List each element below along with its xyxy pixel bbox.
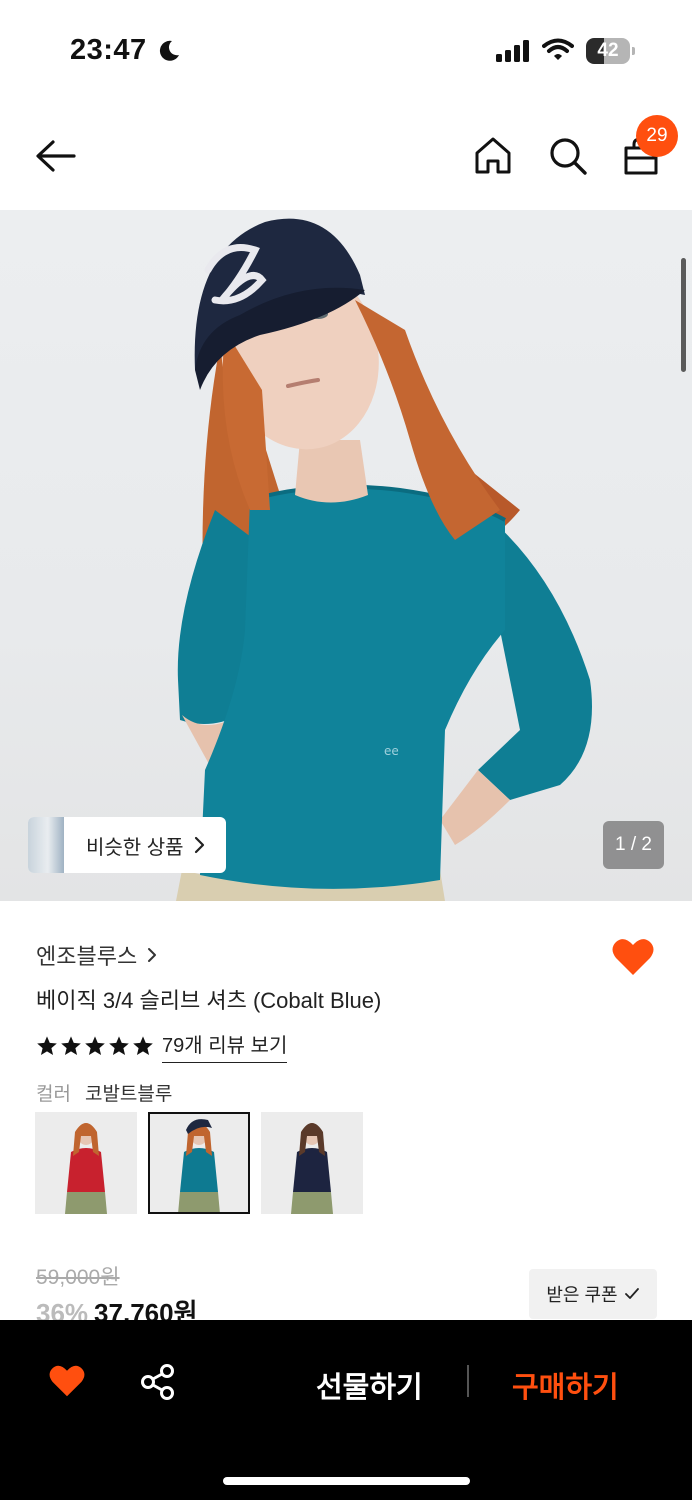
color-swatch-cobalt-blue[interactable]	[148, 1112, 250, 1214]
check-icon	[624, 1288, 639, 1299]
svg-text:ee: ee	[384, 744, 399, 758]
color-selector-label: 컬러 코발트블루	[36, 1079, 172, 1106]
home-indicator	[223, 1477, 470, 1485]
cellular-signal-icon	[496, 40, 529, 62]
wishlist-heart-icon[interactable]	[48, 1364, 86, 1398]
original-price: 59,000원	[36, 1266, 120, 1289]
star-icon	[85, 1036, 105, 1055]
star-icon	[133, 1036, 153, 1055]
color-swatch-navy[interactable]	[261, 1112, 363, 1214]
sale-price: 37,760원	[94, 1298, 198, 1321]
search-icon[interactable]	[548, 136, 588, 176]
wifi-icon	[542, 38, 574, 60]
scroll-indicator	[681, 258, 686, 372]
color-swatches	[35, 1112, 363, 1214]
star-icon	[37, 1036, 57, 1055]
gift-button[interactable]: 선물하기	[316, 1364, 423, 1406]
brand-link[interactable]: 엔조블루스	[36, 939, 157, 971]
status-bar: 23:47 42	[0, 0, 692, 100]
color-swatch-red[interactable]	[35, 1112, 137, 1214]
star-icon	[61, 1036, 81, 1055]
received-coupon-button[interactable]: 받은 쿠폰	[529, 1269, 657, 1319]
battery-icon: 42	[586, 38, 635, 64]
star-icon	[109, 1036, 129, 1055]
home-icon[interactable]	[474, 136, 512, 176]
back-arrow-icon[interactable]	[34, 136, 78, 176]
discount-percent: 36%	[36, 1298, 89, 1321]
brand-name: 엔조블루스	[36, 944, 138, 969]
product-image-gallery[interactable]: ee 비슷한 상품 1 / 2	[0, 210, 692, 901]
moon-icon	[159, 40, 179, 61]
chevron-right-icon	[148, 948, 157, 962]
color-value: 코발트블루	[84, 1084, 173, 1105]
product-photo: ee	[176, 218, 592, 901]
chevron-right-icon	[194, 836, 204, 854]
battery-percent: 42	[597, 40, 619, 61]
similar-products-label: 비슷한 상품	[86, 836, 184, 859]
sale-price-row: 36% 37,760원	[36, 1293, 198, 1321]
share-icon[interactable]	[140, 1363, 176, 1401]
reviews-link[interactable]: 79개 리뷰 보기	[162, 1029, 288, 1063]
similar-product-thumbnail	[28, 817, 64, 873]
image-counter: 1 / 2	[603, 821, 664, 869]
similar-products-button[interactable]: 비슷한 상품	[28, 817, 226, 873]
divider	[467, 1365, 469, 1397]
color-key: 컬러	[36, 1084, 71, 1105]
star-rating	[36, 1035, 154, 1057]
top-nav: 29	[0, 100, 692, 210]
cart-count-badge: 29	[636, 115, 678, 157]
coupon-label: 받은 쿠폰	[546, 1285, 618, 1305]
bottom-action-bar: 선물하기 구매하기	[0, 1320, 692, 1500]
heart-icon[interactable]	[611, 937, 655, 977]
buy-button[interactable]: 구매하기	[512, 1364, 619, 1406]
status-time: 23:47	[70, 34, 147, 66]
product-title: 베이직 3/4 슬리브 셔츠 (Cobalt Blue)	[36, 988, 382, 1013]
rating-row: 79개 리뷰 보기	[36, 1029, 288, 1063]
